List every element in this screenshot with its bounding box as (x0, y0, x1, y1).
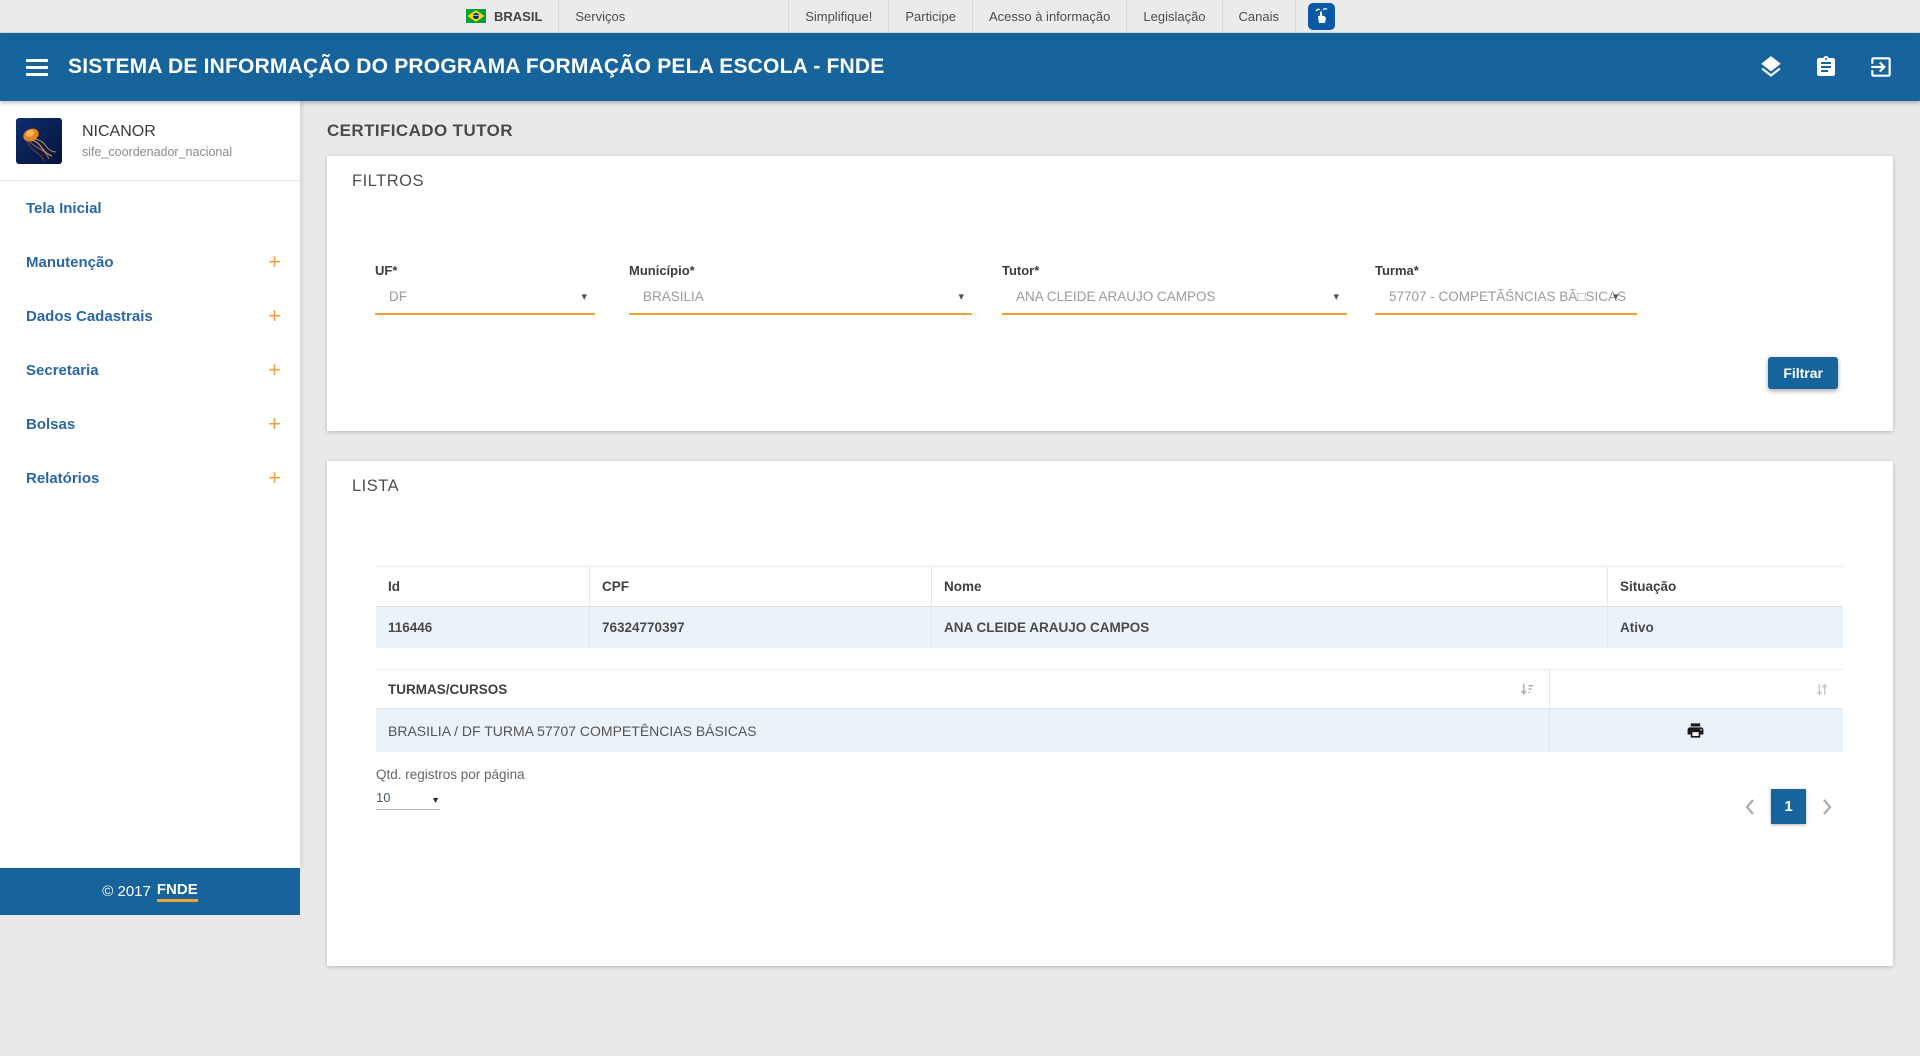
turma-label: Turma* (1375, 263, 1637, 278)
app-header: SISTEMA DE INFORMAÇÃO DO PROGRAMA FORMAÇ… (0, 33, 1920, 101)
column-header-cpf: CPF (589, 567, 931, 606)
tutor-select[interactable]: ANA CLEIDE ARAUJO CAMPOS ▾ (1002, 289, 1347, 315)
clipboard-button[interactable] (1814, 55, 1838, 79)
tutor-label: Tutor* (1002, 263, 1347, 278)
tutor-table: Id CPF Nome Situação 116446 76324770397 … (376, 566, 1843, 648)
vlibras-accessibility-button[interactable] (1308, 3, 1335, 30)
govbar-participe[interactable]: Participe (888, 0, 972, 32)
sidebar-item-dados-cadastrais[interactable]: Dados Cadastrais + (0, 289, 300, 343)
tutor-field: Tutor* ANA CLEIDE ARAUJO CAMPOS ▾ (1002, 263, 1347, 315)
cell-cpf: 76324770397 (589, 607, 931, 648)
expand-plus-icon: + (268, 467, 281, 489)
municipio-select[interactable]: BRASILIA ▾ (629, 289, 972, 315)
govbar-acesso-informacao[interactable]: Acesso à informação (972, 0, 1126, 32)
brasil-label: BRASIL (494, 9, 542, 24)
filtrar-button[interactable]: Filtrar (1768, 357, 1838, 389)
chevron-down-icon: ▾ (1613, 290, 1619, 303)
municipio-field: Município* BRASILIA ▾ (629, 263, 972, 315)
column-header-nome: Nome (931, 567, 1607, 606)
select-arrow-icon: ▼ (431, 795, 440, 805)
sidebar-item-bolsas[interactable]: Bolsas + (0, 397, 300, 451)
print-certificate-button[interactable] (1686, 721, 1705, 740)
sidebar-item-manutencao[interactable]: Manutenção + (0, 235, 300, 289)
cell-nome: ANA CLEIDE ARAUJO CAMPOS (931, 607, 1607, 648)
expand-plus-icon: + (268, 305, 281, 327)
uf-label: UF* (375, 263, 595, 278)
sidebar-item-secretaria[interactable]: Secretaria + (0, 343, 300, 397)
menu-hamburger-icon[interactable] (26, 55, 48, 80)
filters-title: FILTROS (352, 172, 424, 191)
govbar-legislacao[interactable]: Legislação (1126, 0, 1221, 32)
app-title: SISTEMA DE INFORMAÇÃO DO PROGRAMA FORMAÇ… (68, 55, 884, 79)
pagination: 1 (1743, 789, 1834, 824)
table-row[interactable]: 116446 76324770397 ANA CLEIDE ARAUJO CAM… (376, 607, 1843, 648)
copyright-text: © 2017 (102, 883, 151, 900)
logout-icon (1868, 54, 1894, 80)
sort-amount-icon[interactable] (1520, 682, 1535, 697)
brasil-brand: BRASIL (450, 0, 558, 32)
sort-updown-icon[interactable] (1815, 682, 1829, 697)
user-name: NICANOR (82, 123, 232, 141)
municipio-label: Município* (629, 263, 972, 278)
sidebar-footer: © 2017 FNDE (0, 868, 300, 915)
chevron-left-icon (1743, 798, 1757, 816)
per-page-label: Qtd. registros por página (376, 767, 1843, 782)
chevron-down-icon: ▾ (581, 290, 587, 303)
chevron-right-icon (1820, 798, 1834, 816)
list-card: LISTA Id CPF Nome Situação 116446 763247… (327, 461, 1893, 966)
user-role: sife_coordenador_nacional (82, 145, 232, 159)
current-page-button[interactable]: 1 (1771, 789, 1806, 824)
turma-row[interactable]: BRASILIA / DF TURMA 57707 COMPETÊNCIAS B… (376, 709, 1843, 752)
vlibras-hands-icon (1312, 7, 1331, 26)
next-page-button[interactable] (1820, 798, 1834, 816)
logout-button[interactable] (1868, 54, 1894, 80)
printer-icon (1686, 721, 1705, 740)
main-content: CERTIFICADO TUTOR FILTROS UF* DF ▾ Munic… (300, 101, 1920, 1056)
filters-card: FILTROS UF* DF ▾ Município* BRASILIA ▾ (327, 156, 1893, 431)
chevron-down-icon: ▾ (958, 290, 964, 303)
turmas-cursos-header: TURMAS/CURSOS (388, 682, 507, 697)
list-title: LISTA (352, 477, 399, 496)
sidebar-item-tela-inicial[interactable]: Tela Inicial (0, 181, 300, 235)
expand-plus-icon: + (268, 251, 281, 273)
uf-field: UF* DF ▾ (375, 263, 595, 315)
uf-select[interactable]: DF ▾ (375, 289, 595, 315)
user-card: NICANOR sife_coordenador_nacional (0, 101, 300, 181)
government-bar: BRASIL Serviços Simplifique! Participe A… (0, 0, 1920, 33)
govbar-servicos[interactable]: Serviços (558, 0, 641, 32)
table-header-row: Id CPF Nome Situação (376, 566, 1843, 607)
column-header-id: Id (376, 567, 589, 606)
brazil-flag-icon (466, 9, 486, 23)
cell-id: 116446 (376, 607, 589, 648)
fnde-link[interactable]: FNDE (157, 881, 198, 902)
turma-row-label: BRASILIA / DF TURMA 57707 COMPETÊNCIAS B… (388, 723, 757, 739)
govbar-canais[interactable]: Canais (1222, 0, 1296, 32)
page-title: CERTIFICADO TUTOR (327, 121, 1920, 141)
expand-plus-icon: + (268, 359, 281, 381)
sidebar-item-relatorios[interactable]: Relatórios + (0, 451, 300, 505)
avatar (16, 118, 62, 164)
turma-select[interactable]: 57707 - COMPETÃŠNCIAS BÃ□SICAS ▾ (1375, 289, 1637, 315)
govbar-simplifique[interactable]: Simplifique! (788, 0, 888, 32)
sidebar-menu: Tela Inicial Manutenção + Dados Cadastra… (0, 181, 300, 505)
subtable-header-row: TURMAS/CURSOS (376, 669, 1843, 709)
turma-field: Turma* 57707 - COMPETÃŠNCIAS BÃ□SICAS ▾ (1375, 263, 1637, 315)
turmas-cursos-table: TURMAS/CURSOS (376, 669, 1843, 752)
previous-page-button[interactable] (1743, 798, 1757, 816)
sidebar: NICANOR sife_coordenador_nacional Tela I… (0, 101, 300, 1056)
cell-situacao: Ativo (1607, 607, 1843, 648)
chevron-down-icon: ▾ (1333, 290, 1339, 303)
clipboard-icon (1814, 55, 1838, 79)
expand-plus-icon: + (268, 413, 281, 435)
layers-button[interactable] (1758, 54, 1784, 80)
per-page-select[interactable]: 10 ▼ (376, 790, 440, 810)
layers-icon (1758, 54, 1784, 80)
column-header-situacao: Situação (1607, 567, 1843, 606)
